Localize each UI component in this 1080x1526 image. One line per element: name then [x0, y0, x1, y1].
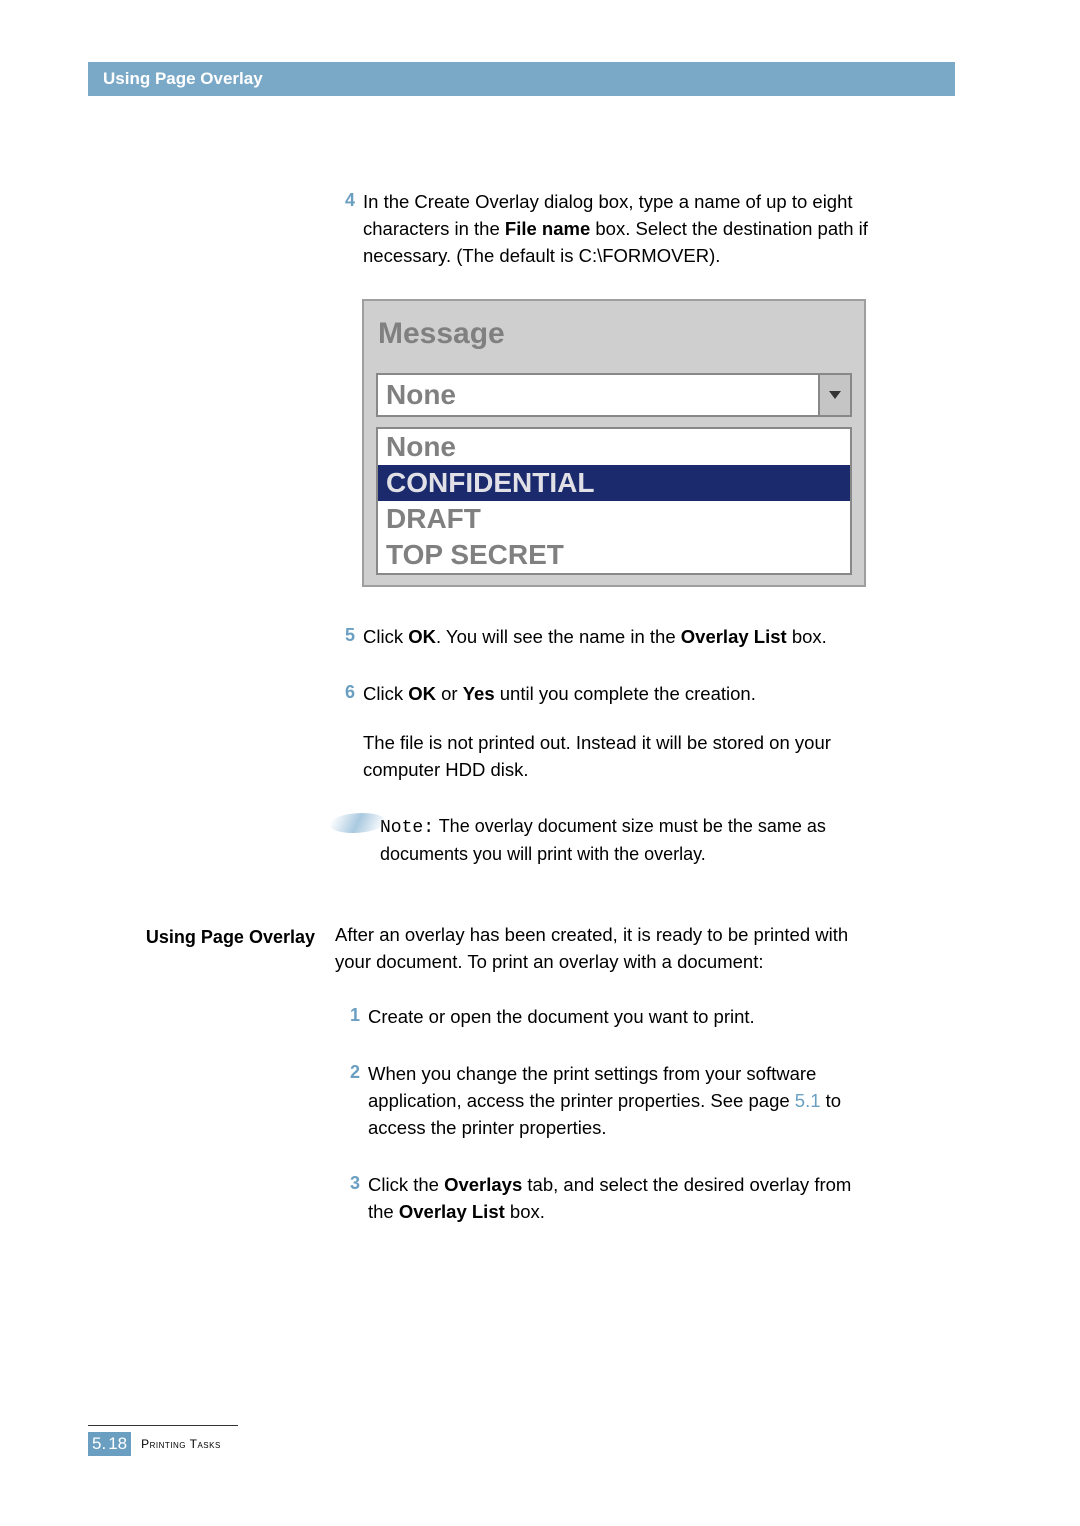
section-header-bar: Using Page Overlay	[88, 62, 955, 96]
message-select[interactable]: None	[376, 373, 852, 417]
step-number: 1	[335, 1003, 360, 1027]
step-b2: 2 When you change the print settings fro…	[335, 1060, 870, 1141]
step-text: Click OK. You will see the name in the O…	[363, 623, 827, 650]
step-number: 5	[330, 623, 355, 647]
list-item[interactable]: TOP SECRET	[378, 537, 850, 573]
step-4: 4 In the Create Overlay dialog box, type…	[330, 188, 870, 269]
message-dropdown-screenshot: Message None None CONFIDENTIAL DRAFT TOP…	[362, 299, 866, 587]
subsection-title: Using Page Overlay	[125, 927, 315, 948]
section-intro: After an overlay has been created, it is…	[335, 921, 870, 975]
list-item[interactable]: None	[378, 429, 850, 465]
step-number: 2	[335, 1060, 360, 1084]
step-number: 4	[330, 188, 355, 212]
step-text: Click OK or Yes until you complete the c…	[363, 680, 870, 783]
list-item[interactable]: CONFIDENTIAL	[378, 465, 850, 501]
page-number-badge: 5.18	[88, 1432, 131, 1456]
group-label: Message	[378, 317, 505, 350]
section-header-title: Using Page Overlay	[88, 69, 263, 88]
footer-chapter-label: Printing Tasks	[141, 1437, 221, 1451]
step-b1: 1 Create or open the document you want t…	[335, 1003, 870, 1030]
page-reference-link[interactable]: 5.1	[795, 1090, 821, 1111]
chevron-down-icon[interactable]	[818, 375, 850, 415]
list-item[interactable]: DRAFT	[378, 501, 850, 537]
page-footer: 5.18 Printing Tasks	[88, 1425, 238, 1456]
step-6: 6 Click OK or Yes until you complete the…	[330, 680, 870, 783]
step-text: When you change the print settings from …	[368, 1060, 870, 1141]
step-number: 6	[330, 680, 355, 704]
message-select-value: None	[378, 375, 818, 415]
step-text: Click the Overlays tab, and select the d…	[368, 1171, 870, 1225]
note-block: Note: The overlay document size must be …	[330, 813, 870, 867]
step-number: 3	[335, 1171, 360, 1195]
note-label: Note:	[380, 818, 434, 838]
step-b3: 3 Click the Overlays tab, and select the…	[335, 1171, 870, 1225]
step-text: Create or open the document you want to …	[368, 1003, 755, 1030]
message-options-list[interactable]: None CONFIDENTIAL DRAFT TOP SECRET	[376, 427, 852, 575]
step-text: In the Create Overlay dialog box, type a…	[363, 188, 870, 269]
step-5: 5 Click OK. You will see the name in the…	[330, 623, 870, 650]
